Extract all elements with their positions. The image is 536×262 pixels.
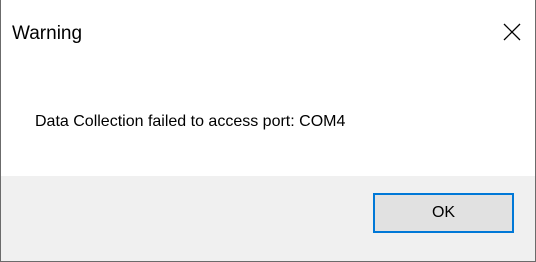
warning-message: Data Collection failed to access port: C… (35, 113, 346, 130)
close-icon (503, 23, 521, 41)
button-bar: OK (1, 176, 535, 261)
warning-dialog: Warning Data Collection failed to access… (0, 0, 536, 262)
ok-button[interactable]: OK (373, 193, 514, 233)
close-button[interactable] (489, 10, 535, 54)
message-area: Data Collection failed to access port: C… (1, 64, 535, 176)
window-title: Warning (12, 23, 83, 44)
title-bar: Warning (1, 0, 535, 64)
